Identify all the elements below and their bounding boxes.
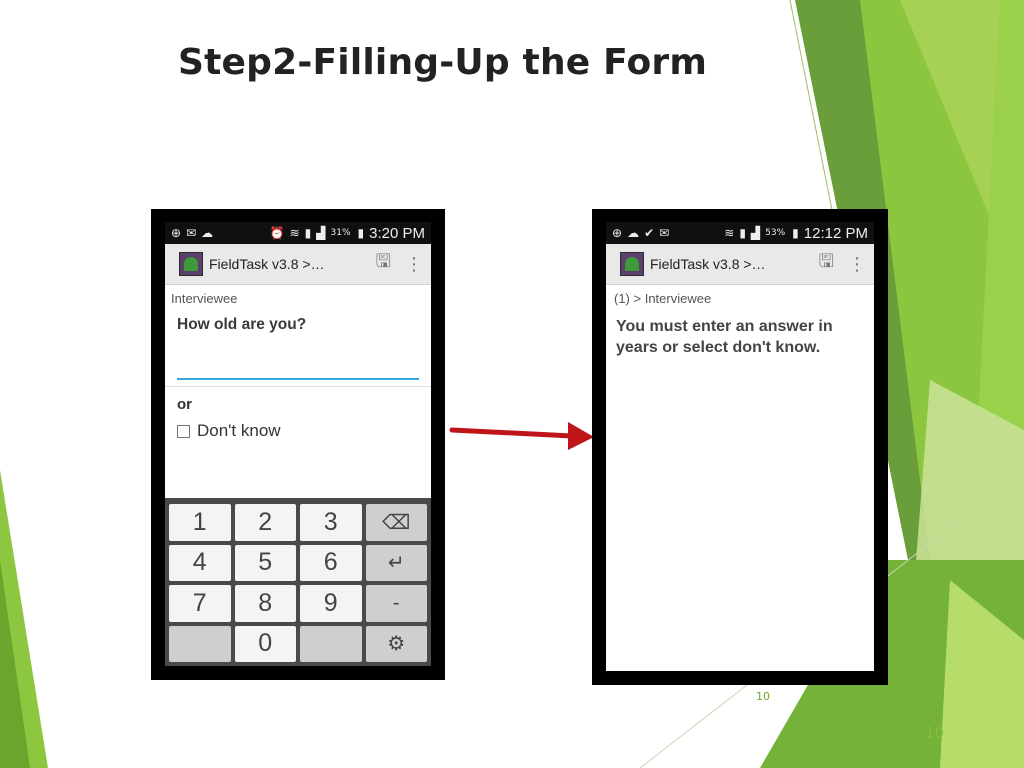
question-label: How old are you?: [177, 316, 307, 333]
battery-percent: 31%: [330, 228, 351, 238]
dont-know-label: Don't know: [197, 421, 281, 440]
key-3[interactable]: 3: [300, 504, 362, 541]
slide-title: Step2-Filling-Up the Form: [178, 42, 708, 83]
app-title[interactable]: FieldTask v3.8 >…: [650, 256, 805, 272]
key-8[interactable]: 8: [234, 585, 296, 622]
signal-icon: ▟: [316, 226, 326, 240]
question-form: Interviewee How old are you? or Don't kn…: [165, 285, 431, 441]
mail-icon: ✉: [659, 226, 670, 240]
phone-screenshot-validation: ⊕ ☁ ✔ ✉ ≋ ▮ ▟ 53% ▮ 12:12 PM FieldTask v…: [592, 209, 888, 685]
validation-message: You must enter an answer in years or sel…: [616, 318, 833, 356]
key-9[interactable]: 9: [300, 585, 362, 622]
overflow-menu-icon[interactable]: ⋮: [405, 254, 423, 275]
signal-icon: ▮: [739, 226, 746, 240]
signal-icon: ▟: [750, 226, 761, 240]
clock-time: 3:20 PM: [369, 224, 425, 242]
breadcrumb: Interviewee: [171, 291, 238, 306]
divider: [165, 386, 431, 387]
signal-icon: ▮: [304, 226, 312, 240]
key-4[interactable]: 4: [169, 544, 231, 581]
numeric-keypad: 1 2 3 ⌫ 4 5 6 ↵ 7 8 9 - 0 ⚙: [165, 498, 431, 666]
page-number: 10: [925, 724, 945, 742]
app-bar: FieldTask v3.8 >… 🖫 ⋮: [165, 244, 431, 285]
alarm-icon: ⏰: [269, 226, 285, 240]
status-bar: ⊕ ☁ ✔ ✉ ≋ ▮ ▟ 53% ▮ 12:12 PM: [606, 222, 874, 244]
check-icon: ✔: [644, 226, 655, 240]
app-bar: FieldTask v3.8 >… 🖫 ⋮: [606, 244, 874, 285]
add-icon: ⊕: [612, 226, 623, 240]
key-blank-left: [169, 625, 231, 662]
wifi-icon: ≋: [724, 226, 735, 240]
clock-time: 12:12 PM: [803, 224, 868, 242]
chat-icon: ☁: [201, 226, 214, 240]
key-minus[interactable]: -: [365, 585, 427, 622]
overflow-menu-icon[interactable]: ⋮: [848, 254, 866, 275]
backspace-icon[interactable]: ⌫: [365, 504, 427, 541]
battery-icon: ▮: [792, 226, 799, 240]
battery-percent: 53%: [765, 228, 786, 238]
age-input[interactable]: [177, 364, 419, 380]
key-2[interactable]: 2: [234, 504, 296, 541]
mail-icon: ✉: [186, 226, 197, 240]
status-bar: ⊕ ✉ ☁ ⏰ ≋ ▮ ▟ 31% ▮ 3:20 PM: [165, 222, 431, 244]
key-0[interactable]: 0: [234, 625, 296, 662]
save-icon[interactable]: 🖫: [819, 249, 834, 279]
dont-know-checkbox[interactable]: [177, 424, 190, 438]
page-number-small: 10: [756, 690, 770, 703]
key-7[interactable]: 7: [169, 585, 231, 622]
wifi-icon: ≋: [289, 226, 300, 240]
battery-icon: ▮: [357, 226, 365, 240]
add-icon: ⊕: [171, 226, 182, 240]
validation-view: (1) > Interviewee You must enter an answ…: [606, 285, 874, 358]
app-logo-icon[interactable]: [620, 252, 644, 276]
settings-gear-icon[interactable]: ⚙: [365, 625, 427, 662]
enter-icon[interactable]: ↵: [365, 544, 427, 581]
app-logo-icon[interactable]: [179, 252, 203, 276]
chat-icon: ☁: [627, 226, 640, 240]
save-icon[interactable]: 🖫: [376, 249, 391, 279]
key-blank-right: [300, 625, 362, 662]
phone-screenshot-question: ⊕ ✉ ☁ ⏰ ≋ ▮ ▟ 31% ▮ 3:20 PM FieldTask v3…: [151, 209, 445, 680]
or-label: or: [177, 396, 192, 413]
key-6[interactable]: 6: [300, 544, 362, 581]
arrow-right-icon: [449, 422, 594, 450]
key-1[interactable]: 1: [169, 504, 231, 541]
key-5[interactable]: 5: [234, 544, 296, 581]
dont-know-option[interactable]: Don't know: [177, 421, 425, 441]
app-title[interactable]: FieldTask v3.8 >…: [209, 256, 362, 272]
breadcrumb: (1) > Interviewee: [614, 291, 712, 306]
